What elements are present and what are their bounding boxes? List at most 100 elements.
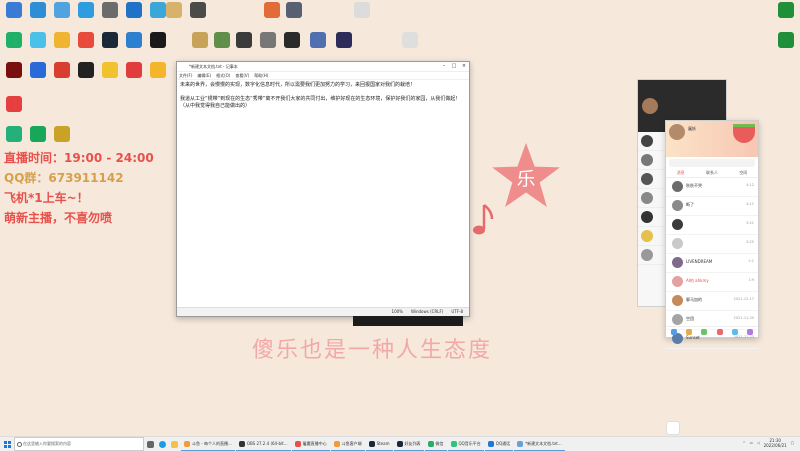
app-icon [54,126,70,142]
start-button[interactable] [0,437,14,451]
chat-contact-name: AI的 ahkmy [686,278,709,283]
stream-time-label: 直播时间： [4,151,65,165]
chat-list-item[interactable]: 3:21 [666,216,758,235]
stream-time-value: 19:00 - 24:00 [64,151,154,165]
chat-bottom-bar [666,326,758,337]
menu-file[interactable]: 文件(F) [179,72,192,79]
taskbar-apps: 斗鱼 - 每个人的直播... OBS 27.2.4 (64-bit... 屠魔直播中… [180,438,565,451]
taskbar-app[interactable]: 微信 [424,438,447,451]
app-icon[interactable] [716,329,723,335]
taskbar-app[interactable]: QQ通话 [484,438,514,451]
notification-icon[interactable]: ▢ [791,441,794,445]
taskbar-app[interactable]: *新建文本文档.txt... [514,438,565,451]
maximize-icon[interactable]: □ [449,62,459,71]
desktop-shortcut[interactable] [144,32,172,48]
app-icon [427,440,434,447]
tab-space[interactable]: 空间 [739,169,747,177]
chat-timestamp: 2021-12-17 [733,297,754,301]
taskbar-app[interactable]: QQ音乐平台 [447,438,484,451]
file-explorer-icon[interactable] [168,438,180,450]
tab-contacts[interactable]: 联系人 [706,169,718,177]
system-tray: ^ ▭ ◁ 21:30 2022/06/21 ▢ [743,438,794,448]
chat-list-item[interactable]: 3:25 [666,235,758,254]
desktop-shortcut[interactable] [330,32,358,48]
taskbar-app-label: 斗鱼客户端 [341,440,362,446]
qq-group-line: QQ群：673911142 [4,169,124,186]
chat-window[interactable]: 屠妖 消息 联系人 空间 秋秋不哭 4:12 断了 4:11 3:21 3:25 LIVEN… [665,120,759,349]
chat-tabs: 消息 联系人 空间 [666,169,758,178]
network-icon[interactable]: ▭ [750,441,753,445]
notepad-window[interactable]: *新建文本文档.txt - 记事本 – □ × 文件(F) 编辑(E) 格式(O… [176,61,470,317]
avatar [672,200,683,211]
chat-list-item[interactable]: 秋秋不哭 4:12 [666,178,758,197]
system-clock[interactable]: 21:30 2022/06/21 [764,438,787,448]
app-icon[interactable] [685,329,692,335]
taskbar-app[interactable]: 屠魔直播中心 [291,438,330,451]
menu-view[interactable]: 查看(V) [235,72,249,79]
chat-timestamp: 2:1 [748,259,754,263]
desktop-shortcut[interactable] [48,126,76,142]
close-icon[interactable]: × [459,62,469,71]
app-icon [30,62,46,78]
taskbar-app-label: 好友列表 [404,440,421,446]
app-icon [6,62,22,78]
desktop-shortcut[interactable] [278,32,306,48]
menu-icon[interactable] [670,329,677,335]
app-icon [450,440,457,447]
desktop-shortcut[interactable] [184,2,212,18]
notepad-paragraph-1: 未来的世界，会慢慢的实现，数字化信息时代，所以需要我们更加努力的学习，来回报国家… [180,82,416,88]
app-icon [166,2,182,18]
stream-slogan: 傻乐也是一种人生态度 [252,338,493,363]
app-icon [6,2,22,18]
notepad-title: *新建文本文档.txt - 记事本 [189,64,238,69]
desktop-shortcut[interactable] [144,62,172,78]
menu-edit[interactable]: 编辑(E) [197,72,211,79]
desktop-shortcut[interactable] [280,2,308,18]
taskbar-app[interactable]: 斗鱼客户端 [330,438,365,451]
minimize-icon[interactable]: – [439,62,449,71]
chat-list-item[interactable]: LIVENDREAM 2:1 [666,254,758,273]
app-icon [126,32,142,48]
app-icon [78,32,94,48]
taskbar-app[interactable]: 斗鱼 - 每个人的直播... [181,438,235,451]
desktop-shortcut[interactable] [772,2,800,18]
taskbar-search-placeholder: 在这里输入你要搜索的内容 [23,441,71,446]
app-icon [30,2,46,18]
taskbar-search-input[interactable]: 在这里输入你要搜索的内容 [14,437,144,451]
edge-icon[interactable] [156,438,168,450]
menu-format[interactable]: 格式(O) [216,72,230,79]
desktop-shortcut[interactable] [396,32,424,48]
tab-messages[interactable]: 消息 [677,169,685,177]
taskbar-app[interactable]: Steam [365,438,393,451]
desktop-shortcut[interactable] [0,96,28,112]
app-icon [236,32,252,48]
avatar[interactable] [642,98,658,114]
menu-help[interactable]: 帮助(H) [254,72,268,79]
notepad-paragraph-2: 我道从工业“锈带”到现在的生态“秀带”离不开我们大家的共同付出，维护好现在的生态… [180,96,461,109]
avatar[interactable] [669,124,685,140]
app-icon[interactable] [701,329,708,335]
chat-contact-name: 空团 [686,316,694,321]
volume-icon[interactable]: ◁ [757,441,760,445]
floating-app-icon[interactable] [666,421,680,435]
desktop-shortcut[interactable] [772,32,800,48]
notepad-status-bar: 100% Windows (CRLF) UTF-8 [177,307,469,316]
chat-search-input[interactable] [669,159,755,167]
taskbar-app[interactable]: OBS 27.2.4 (64-bit... [235,438,291,451]
app-icon[interactable] [731,329,738,335]
notepad-text-area[interactable]: 未来的世界，会慢慢的实现，数字化信息时代，所以需要我们更加努力的学习，来回报国家… [177,80,469,304]
taskbar-app[interactable]: 好友列表 [393,438,424,451]
desktop-shortcut[interactable] [348,2,376,18]
notepad-title-bar[interactable]: *新建文本文档.txt - 记事本 – □ × [177,62,469,72]
chat-list-item[interactable]: 断了 4:11 [666,197,758,216]
app-icon [150,62,166,78]
chat-list-item[interactable]: AI的 ahkmy 1:9 [666,273,758,292]
task-view-icon[interactable] [144,438,156,450]
chat-list-item[interactable]: 聊马加的 2021-12-17 [666,292,758,311]
app-icon[interactable] [747,329,754,335]
app-icon [126,62,142,78]
desktop-shortcut[interactable] [304,32,332,48]
app-icon [54,62,70,78]
chevron-up-icon[interactable]: ^ [743,441,746,445]
app-icon [30,32,46,48]
